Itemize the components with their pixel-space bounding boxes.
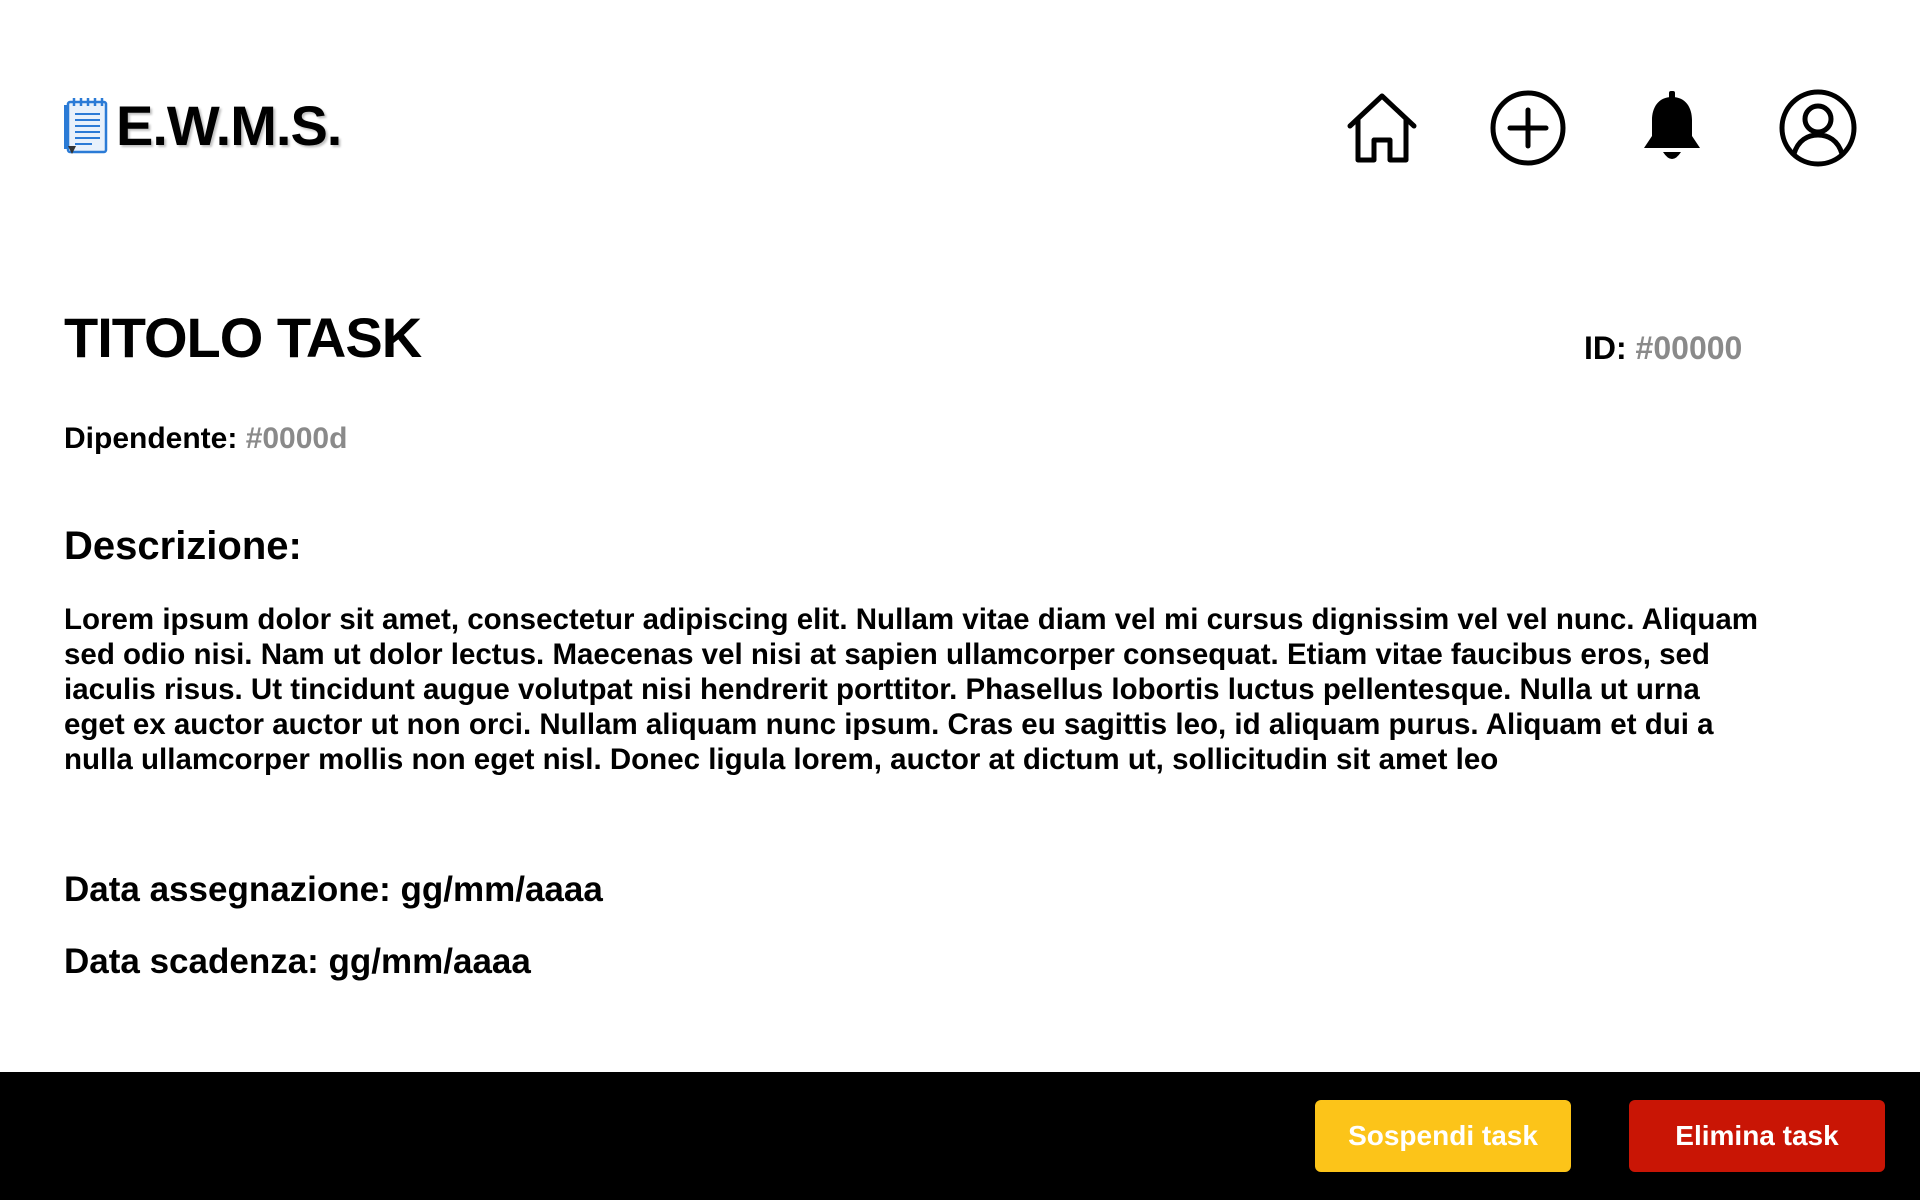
app-name: E.W.M.S. xyxy=(116,94,342,157)
bell-icon[interactable] xyxy=(1632,88,1712,168)
brand[interactable]: E.W.M.S. xyxy=(62,94,342,157)
delete-task-button[interactable]: Elimina task xyxy=(1629,1100,1885,1172)
assigned-date: Data assegnazione: gg/mm/aaaa xyxy=(64,870,603,909)
top-bar: E.W.M.S. xyxy=(0,0,1920,200)
employee-label: Dipendente: xyxy=(64,422,238,455)
description-heading: Descrizione: xyxy=(64,524,302,568)
task-id-label: ID: xyxy=(1584,330,1627,366)
notepad-icon xyxy=(64,98,108,154)
user-account-icon[interactable] xyxy=(1778,88,1858,168)
suspend-task-button[interactable]: Sospendi task xyxy=(1315,1100,1571,1172)
task-id-value: #00000 xyxy=(1635,330,1743,366)
employee: Dipendente: #0000d xyxy=(64,424,347,454)
employee-value: #0000d xyxy=(245,422,348,455)
due-date: Data scadenza: gg/mm/aaaa xyxy=(64,942,531,981)
task-id: ID: #00000 xyxy=(1584,332,1742,364)
home-icon[interactable] xyxy=(1342,88,1422,168)
action-bar: Sospendi task Elimina task xyxy=(0,1072,1920,1200)
add-circle-icon[interactable] xyxy=(1488,88,1568,168)
task-title: TITOLO TASK xyxy=(64,306,422,369)
description-text: Lorem ipsum dolor sit amet, consectetur … xyxy=(64,603,1758,776)
task-detail-page: E.W.M.S. TITOLO TASK ID: #00000 Dipenden… xyxy=(0,0,1920,1200)
